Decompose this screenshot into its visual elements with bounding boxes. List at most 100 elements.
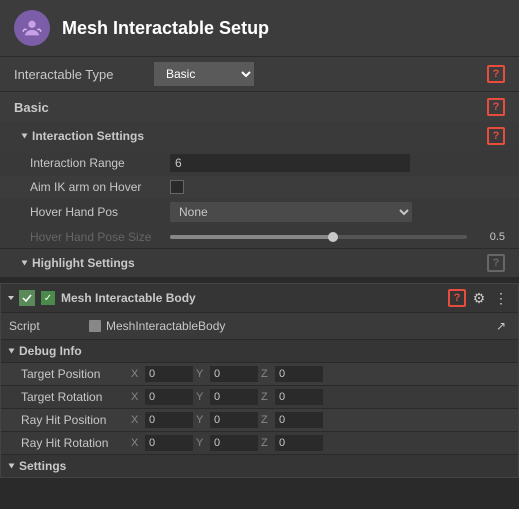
settings-header: Settings — [1, 454, 518, 477]
component-name-label: Mesh Interactable Body — [61, 291, 442, 305]
target-rot-z-input[interactable] — [275, 389, 323, 405]
basic-help-btn[interactable]: ? — [487, 98, 505, 116]
script-link-icon[interactable]: ↗ — [492, 317, 510, 335]
collapse-triangle[interactable] — [22, 134, 28, 139]
z-label3: Z — [261, 414, 273, 426]
slider-thumb[interactable] — [328, 232, 338, 242]
hover-hand-pose-size-label: Hover Hand Pose Size — [30, 230, 170, 244]
z-label2: Z — [261, 391, 273, 403]
x-label2: X — [131, 391, 143, 403]
y-label: Y — [196, 368, 208, 380]
target-pos-z-input[interactable] — [275, 366, 323, 382]
hover-hand-pos-row: Hover Hand Pos None — [0, 198, 519, 226]
target-position-fields: X Y Z — [131, 366, 323, 382]
target-rot-z-coord: Z — [261, 389, 323, 405]
highlight-settings-title: Highlight Settings — [22, 256, 135, 270]
header-row: Mesh Interactable Setup — [0, 0, 519, 56]
highlight-settings-help-btn[interactable]: ? — [487, 254, 505, 272]
target-pos-x-input[interactable] — [145, 366, 193, 382]
ray-pos-x-input[interactable] — [145, 412, 193, 428]
ray-hit-rotation-label: Ray Hit Rotation — [21, 436, 131, 450]
debug-info-title: Debug Info — [9, 344, 82, 358]
basic-title: Basic — [14, 100, 49, 115]
interaction-settings-title: Interaction Settings — [22, 129, 144, 143]
interactable-type-label: Interactable Type — [14, 67, 154, 82]
debug-triangle[interactable] — [9, 349, 15, 354]
target-rotation-fields: X Y Z — [131, 389, 323, 405]
ray-hit-rotation-row: Ray Hit Rotation X Y Z — [1, 431, 518, 454]
x-label: X — [131, 368, 143, 380]
ray-rot-z-input[interactable] — [275, 435, 323, 451]
y-label2: Y — [196, 391, 208, 403]
script-label: Script — [9, 319, 89, 333]
interaction-range-row: Interaction Range — [0, 150, 519, 176]
slider-container: 0.5 — [170, 231, 505, 243]
ray-hit-position-fields: X Y Z — [131, 412, 323, 428]
app-title: Mesh Interactable Setup — [62, 18, 269, 39]
target-pos-y-input[interactable] — [210, 366, 258, 382]
x-label3: X — [131, 414, 143, 426]
interaction-settings-header: Interaction Settings ? — [0, 122, 519, 150]
target-position-row: Target Position X Y Z — [1, 362, 518, 385]
z-label4: Z — [261, 437, 273, 449]
script-row: Script MeshInteractableBody ↗ — [1, 312, 518, 339]
target-rotation-label: Target Rotation — [21, 390, 131, 404]
target-pos-z-coord: Z — [261, 366, 323, 382]
component-enable-checkbox[interactable]: ✓ — [41, 291, 55, 305]
target-rotation-row: Target Rotation X Y Z — [1, 385, 518, 408]
slider-track[interactable] — [170, 235, 467, 239]
app-icon — [14, 10, 50, 46]
ray-pos-y-input[interactable] — [210, 412, 258, 428]
highlight-triangle[interactable] — [22, 261, 28, 266]
highlight-settings-header: Highlight Settings ? — [0, 248, 519, 277]
interaction-settings-help-btn[interactable]: ? — [487, 127, 505, 145]
ray-hit-position-label: Ray Hit Position — [21, 413, 131, 427]
slider-value: 0.5 — [475, 231, 505, 243]
target-rot-y-coord: Y — [196, 389, 258, 405]
top-panel: Mesh Interactable Setup Interactable Typ… — [0, 0, 519, 277]
ray-hit-rotation-fields: X Y Z — [131, 435, 323, 451]
z-label: Z — [261, 368, 273, 380]
target-rot-x-coord: X — [131, 389, 193, 405]
target-rot-x-input[interactable] — [145, 389, 193, 405]
ray-hit-position-row: Ray Hit Position X Y Z — [1, 408, 518, 431]
ray-pos-z-input[interactable] — [275, 412, 323, 428]
hover-hand-pos-label: Hover Hand Pos — [30, 205, 170, 219]
target-rot-y-input[interactable] — [210, 389, 258, 405]
x-label4: X — [131, 437, 143, 449]
ray-rot-z-coord: Z — [261, 435, 323, 451]
target-pos-y-coord: Y — [196, 366, 258, 382]
script-icon — [89, 320, 101, 332]
component-menu-icon[interactable]: ⋮ — [492, 289, 510, 307]
interactable-type-help-btn[interactable]: ? — [487, 65, 505, 83]
interaction-range-label: Interaction Range — [30, 156, 170, 170]
header-actions: ? ⚙ ⋮ — [448, 289, 510, 307]
slider-fill — [170, 235, 333, 239]
aim-ik-checkbox[interactable] — [170, 180, 184, 194]
y-label3: Y — [196, 414, 208, 426]
ray-rot-x-input[interactable] — [145, 435, 193, 451]
interaction-range-input[interactable] — [170, 154, 410, 172]
ray-rot-y-coord: Y — [196, 435, 258, 451]
component-settings-icon[interactable]: ⚙ — [470, 289, 488, 307]
interactable-type-select[interactable]: Basic — [154, 62, 254, 86]
component-header: ✓ Mesh Interactable Body ? ⚙ ⋮ — [1, 284, 518, 312]
hover-hand-pos-select[interactable]: None — [170, 202, 412, 222]
target-position-label: Target Position — [21, 367, 131, 381]
aim-ik-row: Aim IK arm on Hover — [0, 176, 519, 198]
component-icon — [19, 290, 35, 306]
script-value: MeshInteractableBody — [89, 319, 225, 333]
ray-pos-z-coord: Z — [261, 412, 323, 428]
ray-rot-x-coord: X — [131, 435, 193, 451]
ray-pos-x-coord: X — [131, 412, 193, 428]
basic-section: Basic ? Interaction Settings ? Interacti… — [0, 91, 519, 277]
component-help-btn[interactable]: ? — [448, 289, 466, 307]
debug-info-header: Debug Info — [1, 339, 518, 362]
settings-title: Settings — [9, 459, 66, 473]
interaction-settings-subsection: Interaction Settings ? Interaction Range… — [0, 122, 519, 248]
settings-triangle[interactable] — [9, 464, 15, 469]
aim-ik-label: Aim IK arm on Hover — [30, 180, 170, 194]
ray-rot-y-input[interactable] — [210, 435, 258, 451]
basic-header: Basic ? — [0, 92, 519, 122]
component-collapse-triangle[interactable] — [8, 296, 14, 300]
